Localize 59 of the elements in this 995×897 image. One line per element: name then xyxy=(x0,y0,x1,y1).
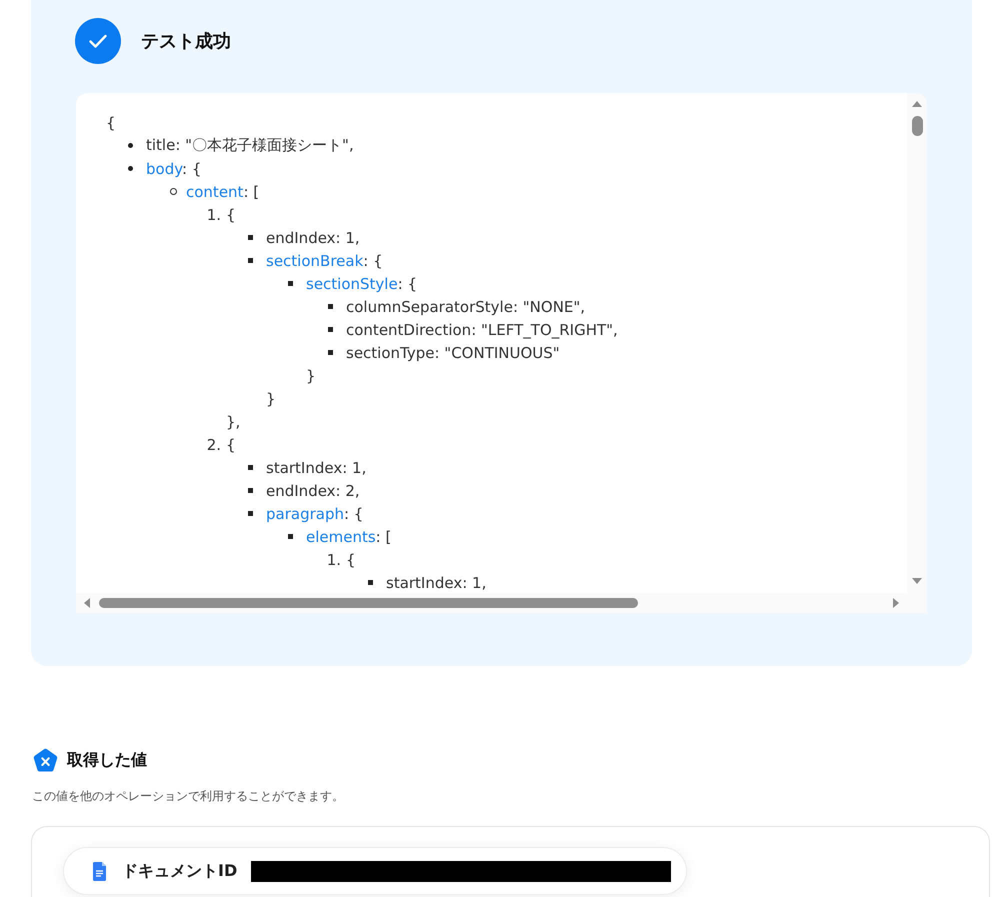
square-bullet-icon xyxy=(368,580,373,585)
check-circle-icon xyxy=(75,18,121,64)
square-bullet-icon xyxy=(248,465,253,470)
code-line: body: { xyxy=(146,160,202,178)
value-chip[interactable]: ドキュメントID xyxy=(63,847,687,895)
square-bullet-icon xyxy=(328,304,333,309)
code-line: } xyxy=(306,366,316,384)
section-title: 取得した値 xyxy=(67,750,147,771)
square-bullet-icon xyxy=(328,327,333,332)
bullet-icon xyxy=(128,166,133,171)
code-line: endIndex: 1, xyxy=(266,228,360,246)
object-key-link[interactable]: body xyxy=(146,160,182,178)
square-bullet-icon xyxy=(288,534,293,539)
code-line: startIndex: 1, xyxy=(386,574,486,592)
object-key-link[interactable]: sectionBreak xyxy=(266,252,364,270)
square-bullet-icon xyxy=(288,281,293,286)
code-line: }, xyxy=(226,412,240,430)
list-number: 1. xyxy=(326,550,341,568)
square-bullet-icon xyxy=(328,350,333,355)
horizontal-scrollbar[interactable] xyxy=(76,593,927,613)
circle-bullet-icon xyxy=(170,188,177,195)
code-line: sectionBreak: { xyxy=(266,252,383,270)
object-key-link[interactable]: sectionStyle xyxy=(306,274,398,292)
code-line: contentDirection: "LEFT_TO_RIGHT", xyxy=(346,320,618,338)
square-bullet-icon xyxy=(248,511,253,516)
square-bullet-icon xyxy=(248,488,253,493)
code-line: } xyxy=(266,390,276,408)
status-title: テスト成功 xyxy=(141,30,231,53)
code-line: endIndex: 2, xyxy=(266,482,360,500)
list-number: 2. xyxy=(206,436,221,454)
vertical-scrollbar[interactable] xyxy=(907,93,927,593)
left-arrow-icon[interactable] xyxy=(84,598,90,608)
object-key-link[interactable]: content xyxy=(186,182,244,200)
section-description: この値を他のオペレーションで利用することができます。 xyxy=(32,788,344,805)
square-bullet-icon xyxy=(248,258,253,263)
code-line: { xyxy=(226,206,236,224)
code-line: paragraph: { xyxy=(266,504,364,522)
right-arrow-icon[interactable] xyxy=(893,598,899,608)
code-line: { xyxy=(226,436,236,454)
scrollbar-thumb[interactable] xyxy=(99,598,638,608)
up-arrow-icon[interactable] xyxy=(912,101,922,107)
scrollbar-thumb[interactable] xyxy=(912,116,922,136)
square-bullet-icon xyxy=(248,235,253,240)
down-arrow-icon[interactable] xyxy=(912,578,922,584)
code-line: { xyxy=(106,114,116,132)
bullet-icon xyxy=(128,143,133,148)
pentagon-x-icon xyxy=(33,748,58,773)
code-line: sectionType: "CONTINUOUS" xyxy=(346,344,560,362)
code-line: title: "〇本花子様面接シート", xyxy=(146,136,354,155)
code-line: columnSeparatorStyle: "NONE", xyxy=(346,298,586,316)
list-number: 1. xyxy=(206,206,221,224)
code-line: content: [ xyxy=(186,182,260,200)
document-icon xyxy=(93,862,106,880)
code-line: elements: [ xyxy=(306,528,392,546)
code-line: startIndex: 1, xyxy=(266,458,366,476)
object-key-link[interactable]: paragraph xyxy=(266,504,344,522)
code-line: { xyxy=(346,550,356,568)
code-line: sectionStyle: { xyxy=(306,274,418,292)
object-key-link[interactable]: elements xyxy=(306,528,376,546)
